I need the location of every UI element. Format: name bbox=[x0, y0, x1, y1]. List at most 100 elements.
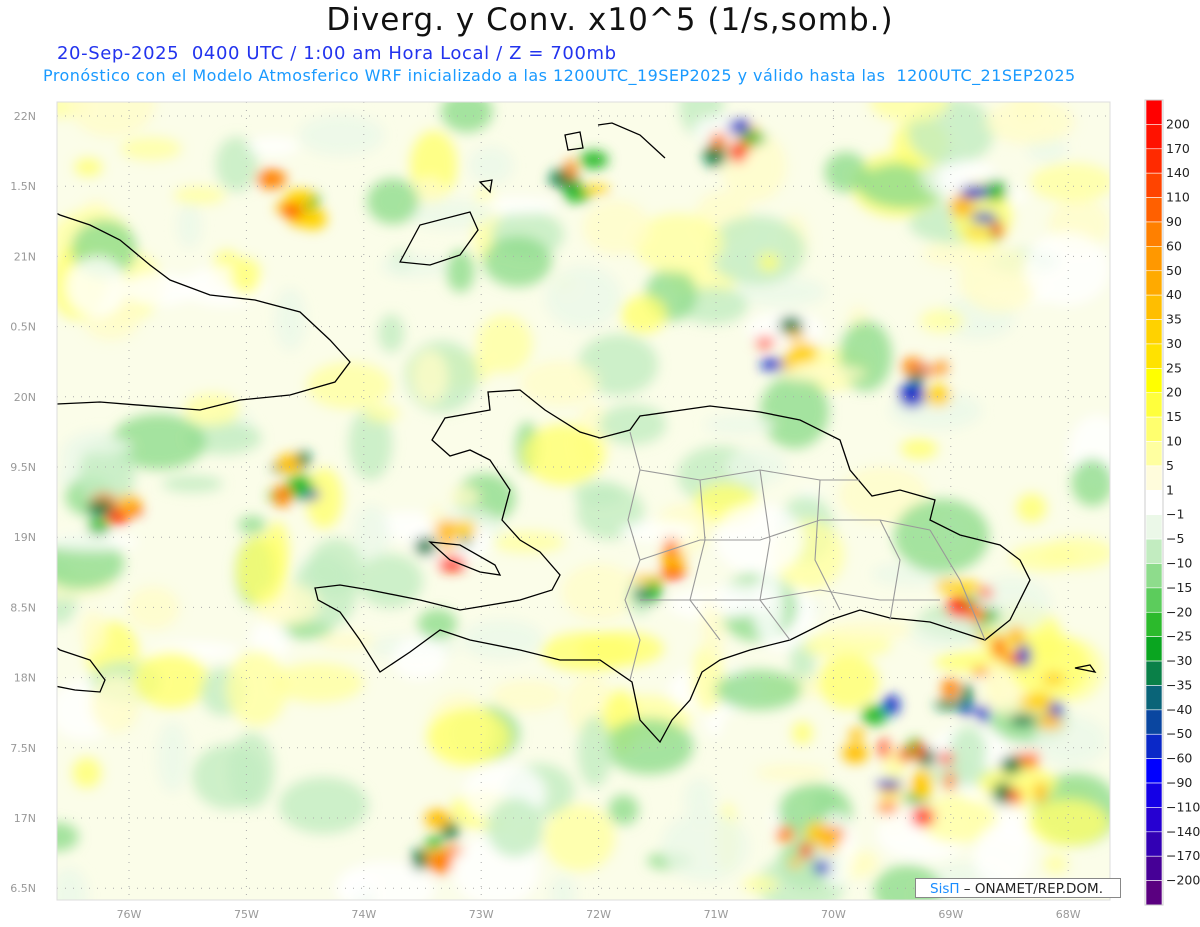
field-cell bbox=[991, 635, 1007, 660]
field-cell bbox=[119, 494, 134, 514]
field-patch bbox=[236, 534, 287, 606]
field-patch bbox=[608, 794, 639, 826]
colorbar-swatch bbox=[1145, 392, 1163, 418]
colorbar-swatch bbox=[1145, 807, 1163, 833]
field-cell bbox=[937, 360, 948, 375]
field-patch bbox=[1030, 162, 1110, 202]
colorbar-swatch bbox=[1145, 611, 1163, 637]
field-patch bbox=[1043, 853, 1069, 875]
colorbar-swatch bbox=[1145, 636, 1163, 662]
field-cell bbox=[428, 851, 453, 874]
field-cell bbox=[1033, 781, 1047, 804]
field-cell bbox=[925, 385, 951, 407]
lat-label: 20N bbox=[14, 391, 36, 404]
field-patch bbox=[417, 608, 458, 640]
lon-label: 75W bbox=[234, 908, 259, 921]
colorbar-label: −140 bbox=[1166, 824, 1200, 839]
colorbar-swatch bbox=[1145, 148, 1163, 174]
field-patch bbox=[604, 718, 694, 775]
colorbar-swatch bbox=[1145, 831, 1163, 857]
field-patch bbox=[274, 288, 306, 351]
field-cell bbox=[755, 337, 776, 348]
field-patch bbox=[824, 151, 868, 193]
colorbar-label: 50 bbox=[1166, 263, 1182, 278]
field-patch bbox=[57, 533, 140, 551]
field-patch bbox=[707, 215, 806, 285]
field-cell bbox=[991, 223, 1004, 237]
colorbar-swatch bbox=[1145, 782, 1163, 808]
field-cell bbox=[281, 204, 302, 217]
colorbar-label: −200 bbox=[1166, 873, 1200, 888]
field-cell bbox=[256, 169, 287, 189]
field-patch bbox=[230, 258, 262, 296]
field-patch bbox=[380, 255, 452, 278]
colorbar-swatch bbox=[1145, 685, 1163, 711]
field-patch bbox=[162, 475, 223, 493]
field-patch bbox=[357, 553, 423, 609]
field-patch bbox=[620, 295, 667, 334]
model-info-line: Pronóstico con el Modelo Atmosferico WRF… bbox=[43, 66, 1076, 85]
field-cell bbox=[1000, 756, 1023, 775]
field-cell bbox=[877, 802, 898, 814]
colorbar-label: 200 bbox=[1166, 116, 1190, 131]
colorbar-label: −60 bbox=[1166, 751, 1192, 766]
colorbar-swatch bbox=[1145, 441, 1163, 467]
colorbar-label: 60 bbox=[1166, 238, 1182, 253]
lat-label: 21N bbox=[14, 250, 36, 263]
field-cell bbox=[1041, 713, 1058, 727]
field-patch bbox=[446, 250, 475, 293]
field-cell bbox=[901, 358, 924, 374]
field-patch bbox=[227, 732, 275, 809]
watermark-text: – ONAMET/REP.DOM. bbox=[959, 881, 1103, 897]
field-patch bbox=[1010, 543, 1080, 572]
latitude-labels: 22N 1.5N 21N 0.5N 20N 9.5N 19N 8.5N 18N 7.5N 17N 6.… bbox=[10, 110, 36, 895]
colorbar-label: −30 bbox=[1166, 653, 1192, 668]
divergence-map: 22N 1.5N 21N 0.5N 20N 9.5N 19N 8.5N 18N 7.5N 17N 6.… bbox=[10, 99, 1200, 921]
field-patch bbox=[522, 424, 605, 485]
field-patch bbox=[173, 186, 226, 205]
colorbar-label: 25 bbox=[1166, 360, 1182, 375]
lon-label: 69W bbox=[938, 908, 963, 921]
colorbar-swatch bbox=[1145, 197, 1163, 223]
field-patch bbox=[80, 610, 106, 655]
field-cell bbox=[87, 519, 110, 535]
colorbar-swatch bbox=[1145, 172, 1163, 198]
field-cell bbox=[911, 807, 935, 827]
lon-label: 73W bbox=[469, 908, 494, 921]
field-cell bbox=[944, 770, 956, 791]
field-patch bbox=[1071, 458, 1110, 507]
colorbar-label: 170 bbox=[1166, 141, 1190, 156]
field-patch bbox=[449, 486, 480, 507]
field-cell bbox=[842, 743, 869, 763]
colorbar-label: −25 bbox=[1166, 629, 1192, 644]
field-patch bbox=[411, 349, 448, 405]
field-cell bbox=[972, 667, 989, 676]
field-cell bbox=[1017, 643, 1032, 668]
field-cell bbox=[760, 358, 785, 371]
lat-label: 19N bbox=[14, 531, 36, 544]
field-cell bbox=[424, 809, 451, 829]
field-patch bbox=[561, 563, 637, 621]
field-patch bbox=[839, 320, 892, 392]
colorbar-swatch bbox=[1145, 733, 1163, 759]
colorbar-label: 1 bbox=[1166, 482, 1174, 497]
lon-label: 70W bbox=[821, 908, 846, 921]
field-cell bbox=[799, 842, 813, 859]
colorbar-label: 5 bbox=[1166, 458, 1174, 473]
field-cell bbox=[1042, 672, 1065, 685]
colorbar-swatch bbox=[1145, 416, 1163, 442]
field-patch bbox=[1026, 799, 1109, 847]
field-cell bbox=[583, 185, 611, 195]
field-patch bbox=[238, 516, 267, 534]
field-patch bbox=[298, 114, 385, 156]
field-patch bbox=[550, 874, 577, 900]
field-cell bbox=[776, 826, 795, 843]
colorbar-label: 110 bbox=[1166, 190, 1190, 205]
field-cell bbox=[454, 520, 477, 539]
colorbar-swatch bbox=[1145, 660, 1163, 686]
colorbar: 200 170 140 110 90 60 50 40 35 30 25 20 15 10 5 1 −1 −5 −1… bbox=[1144, 99, 1200, 906]
field-cell bbox=[787, 341, 818, 364]
colorbar-swatch bbox=[1145, 587, 1163, 613]
lat-label: 0.5N bbox=[10, 321, 36, 334]
field-patch bbox=[900, 438, 938, 459]
